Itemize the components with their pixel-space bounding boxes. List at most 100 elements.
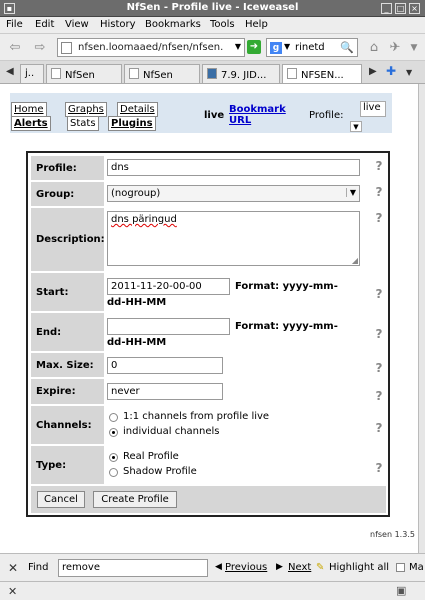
description-label: Description: — [31, 208, 105, 271]
highlight-all-button[interactable]: Highlight all — [329, 562, 389, 573]
go-arrow-icon[interactable]: ➜ — [247, 40, 261, 54]
form-row-description: Description: dns päringud ◢ — [31, 208, 386, 271]
tab-1[interactable]: j.. — [20, 64, 44, 83]
tab-4[interactable]: 7.9. JID... — [202, 64, 280, 83]
page-favicon-icon — [51, 68, 61, 79]
search-text: rinetd — [295, 42, 325, 53]
maxsize-input[interactable]: 0 — [107, 357, 223, 374]
group-cell: (nogroup) ▼ — [104, 182, 386, 206]
tab-list-icon[interactable]: ▼ — [406, 68, 412, 77]
form-row-end: End: Format: yyyy-mm- dd-HH-MM — [31, 313, 386, 351]
resize-grip-icon[interactable]: ◢ — [352, 256, 358, 265]
type-real-radio[interactable] — [109, 453, 118, 462]
form-row-group: Group: (nogroup) ▼ — [31, 182, 386, 206]
tab-alerts[interactable]: Alerts — [11, 116, 51, 131]
addon-icon[interactable]: ✈ — [386, 39, 404, 57]
vertical-scrollbar[interactable] — [418, 84, 425, 553]
search-icon[interactable]: 🔍 — [340, 41, 354, 54]
tab-3[interactable]: NfSen — [124, 64, 200, 83]
tab-5-active[interactable]: NFSEN... — [282, 64, 362, 83]
close-status-icon[interactable]: ✕ — [8, 585, 17, 598]
menu-bookmarks[interactable]: Bookmarks — [145, 19, 201, 30]
find-input[interactable]: remove — [58, 559, 208, 577]
forward-arrow-icon[interactable]: ⇨ — [31, 39, 49, 57]
type-help-icon[interactable]: ? — [374, 462, 384, 475]
new-tab-icon[interactable]: ✚ — [386, 64, 396, 78]
google-icon[interactable]: g — [270, 42, 282, 54]
tab-scroll-right-icon[interactable]: ▶ — [369, 66, 377, 77]
tab-details[interactable]: Details — [117, 102, 158, 117]
group-dropdown-icon[interactable]: ▼ — [345, 188, 356, 197]
start-format-hint: Format: yyyy-mm- — [235, 281, 338, 292]
start-cell: 2011-11-20-00-00 Format: yyyy-mm- dd-HH-… — [104, 273, 386, 311]
find-next-button[interactable]: Next — [288, 562, 311, 573]
menu-help[interactable]: Help — [245, 19, 268, 30]
end-format-hint: Format: yyyy-mm- — [235, 321, 338, 332]
close-window-icon[interactable]: × — [409, 3, 420, 14]
tab-home[interactable]: Home — [11, 102, 47, 117]
profile-dropdown-icon[interactable]: ▼ — [350, 121, 362, 132]
channels-help-icon[interactable]: ? — [374, 422, 384, 435]
group-help-icon[interactable]: ? — [374, 186, 384, 199]
description-help-icon[interactable]: ? — [374, 212, 384, 225]
menu-bar: File Edit View History Bookmarks Tools H… — [0, 17, 425, 34]
status-addon-icon[interactable]: ▣ — [396, 584, 406, 597]
type-shadow-radio[interactable] — [109, 468, 118, 477]
bookmark-url-link[interactable]: Bookmark URL — [229, 104, 286, 126]
search-bar[interactable]: g ▼ rinetd 🔍 — [266, 38, 358, 57]
tab-graphs[interactable]: Graphs — [65, 102, 107, 117]
page-favicon-icon — [287, 68, 297, 79]
page-content: Home Graphs Details Alerts Stats Plugins… — [0, 84, 418, 553]
group-select[interactable]: (nogroup) ▼ — [107, 185, 360, 202]
description-textarea[interactable]: dns päringud ◢ — [107, 211, 360, 266]
close-find-icon[interactable]: ✕ — [8, 561, 18, 575]
channels-individual-label: individual channels — [123, 426, 220, 437]
home-icon[interactable]: ⌂ — [365, 39, 383, 57]
end-date-input[interactable] — [107, 318, 230, 335]
url-bar[interactable]: nfsen.loomaaed/nfsen/nfsen. ▼ — [57, 38, 245, 57]
maxsize-cell: 0 — [104, 353, 386, 377]
current-profile-label: live — [204, 110, 225, 121]
search-engine-dropdown-icon[interactable]: ▼ — [284, 42, 290, 51]
form-row-channels: Channels: 1:1 channels from profile live… — [31, 406, 386, 444]
form-row-profile: Profile: dns — [31, 156, 386, 180]
create-profile-button[interactable]: Create Profile — [93, 491, 177, 508]
bookmark-link-line1: Bookmark — [229, 104, 286, 115]
menu-edit[interactable]: Edit — [35, 19, 54, 30]
type-cell: Real Profile Shadow Profile — [104, 446, 386, 484]
tab-scroll-left-icon[interactable]: ◀ — [6, 66, 14, 77]
maxsize-help-icon[interactable]: ? — [374, 362, 384, 375]
url-dropdown-icon[interactable]: ▼ — [235, 42, 241, 51]
profile-help-icon[interactable]: ? — [374, 160, 384, 173]
channels-1to1-radio[interactable] — [109, 413, 118, 422]
menu-file[interactable]: File — [6, 19, 23, 30]
end-help-icon[interactable]: ? — [374, 328, 384, 341]
form-row-start: Start: 2011-11-20-00-00 Format: yyyy-mm-… — [31, 273, 386, 311]
minimize-icon[interactable]: _ — [381, 3, 392, 14]
find-previous-button[interactable]: Previous — [225, 562, 267, 573]
match-case-checkbox[interactable] — [396, 563, 405, 572]
previous-arrow-icon[interactable]: ◀ — [215, 562, 222, 572]
tab-2[interactable]: NfSen — [46, 64, 122, 83]
start-date-input[interactable]: 2011-11-20-00-00 — [107, 278, 230, 295]
expire-input[interactable]: never — [107, 383, 223, 400]
channels-1to1-label: 1:1 channels from profile live — [123, 411, 270, 422]
expire-cell: never — [104, 379, 386, 404]
maximize-icon[interactable]: □ — [395, 3, 406, 14]
profile-cell: dns — [104, 156, 386, 180]
cancel-button[interactable]: Cancel — [37, 491, 85, 508]
channels-individual-radio[interactable] — [109, 428, 118, 437]
toolbar-overflow-icon[interactable]: ▼ — [405, 39, 423, 57]
tab-plugins[interactable]: Plugins — [108, 116, 156, 131]
start-help-icon[interactable]: ? — [374, 288, 384, 301]
profile-select[interactable]: live — [360, 101, 386, 117]
menu-history[interactable]: History — [100, 19, 136, 30]
tab-stats[interactable]: Stats — [67, 116, 99, 131]
expire-help-icon[interactable]: ? — [374, 390, 384, 403]
back-arrow-icon[interactable]: ⇦ — [6, 39, 24, 57]
end-label: End: — [31, 313, 102, 351]
menu-tools[interactable]: Tools — [210, 19, 235, 30]
next-arrow-icon[interactable]: ▶ — [276, 562, 283, 572]
menu-view[interactable]: View — [65, 19, 89, 30]
profile-name-input[interactable]: dns — [107, 159, 360, 176]
